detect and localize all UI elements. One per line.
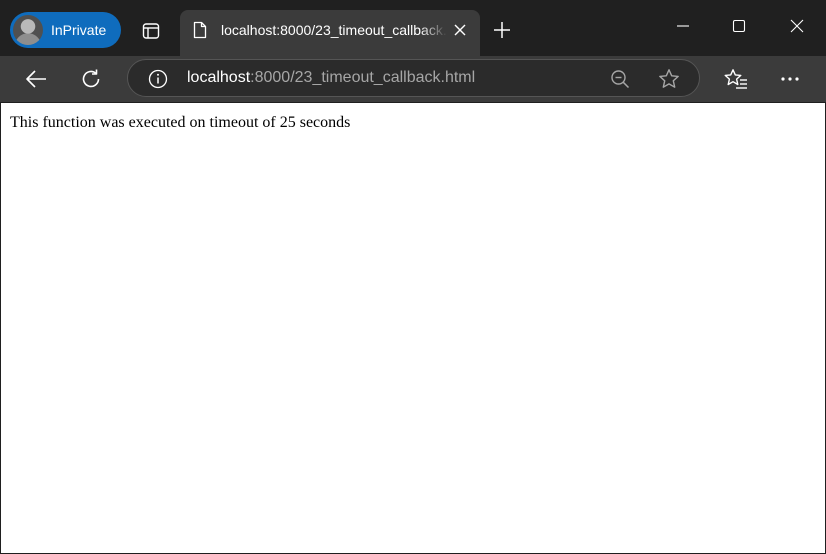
back-button[interactable] <box>21 64 51 94</box>
more-button[interactable] <box>775 64 805 94</box>
site-info-button[interactable] <box>146 67 170 91</box>
favorites-button[interactable] <box>721 64 751 94</box>
minimize-icon <box>676 19 690 33</box>
add-favorite-button[interactable] <box>657 67 681 91</box>
title-bar: InPrivate localhost:8000/23_timeout_call… <box>0 0 826 56</box>
active-tab[interactable]: localhost:8000/23_timeout_callback.html <box>180 10 480 56</box>
zoom-button[interactable] <box>608 67 632 91</box>
plus-icon <box>493 21 511 39</box>
address-url[interactable]: localhost:8000/23_timeout_callback.html <box>187 60 475 96</box>
window-close-button[interactable] <box>782 12 812 40</box>
navigation-toolbar: localhost:8000/23_timeout_callback.html <box>0 56 826 102</box>
browser-window: InPrivate localhost:8000/23_timeout_call… <box>0 0 826 554</box>
avatar <box>13 15 43 45</box>
timeout-message: This function was executed on timeout of… <box>10 114 351 131</box>
more-icon <box>780 76 800 82</box>
inprivate-label: InPrivate <box>51 22 107 38</box>
close-icon <box>790 19 804 33</box>
tab-title: localhost:8000/23_timeout_callback.html <box>221 22 447 38</box>
tab-close-button[interactable] <box>450 20 470 40</box>
refresh-button[interactable] <box>76 64 106 94</box>
star-icon <box>658 68 680 90</box>
close-icon <box>454 24 466 36</box>
info-icon <box>148 69 168 89</box>
minimize-button[interactable] <box>668 12 698 40</box>
zoom-out-icon <box>610 69 630 89</box>
tab-actions-button[interactable] <box>136 16 166 46</box>
maximize-button[interactable] <box>724 12 754 40</box>
tab-actions-icon <box>142 22 160 40</box>
refresh-icon <box>80 68 102 90</box>
address-path: :8000/23_timeout_callback.html <box>250 69 476 86</box>
inprivate-profile-button[interactable]: InPrivate <box>10 12 121 48</box>
new-tab-button[interactable] <box>488 16 516 44</box>
page-content: This function was executed on timeout of… <box>1 103 825 553</box>
document-icon <box>190 20 210 40</box>
favorites-icon <box>724 68 748 90</box>
address-host: localhost <box>187 69 251 86</box>
address-bar[interactable]: localhost:8000/23_timeout_callback.html <box>127 59 700 97</box>
maximize-icon <box>732 19 746 33</box>
back-arrow-icon <box>25 69 47 89</box>
